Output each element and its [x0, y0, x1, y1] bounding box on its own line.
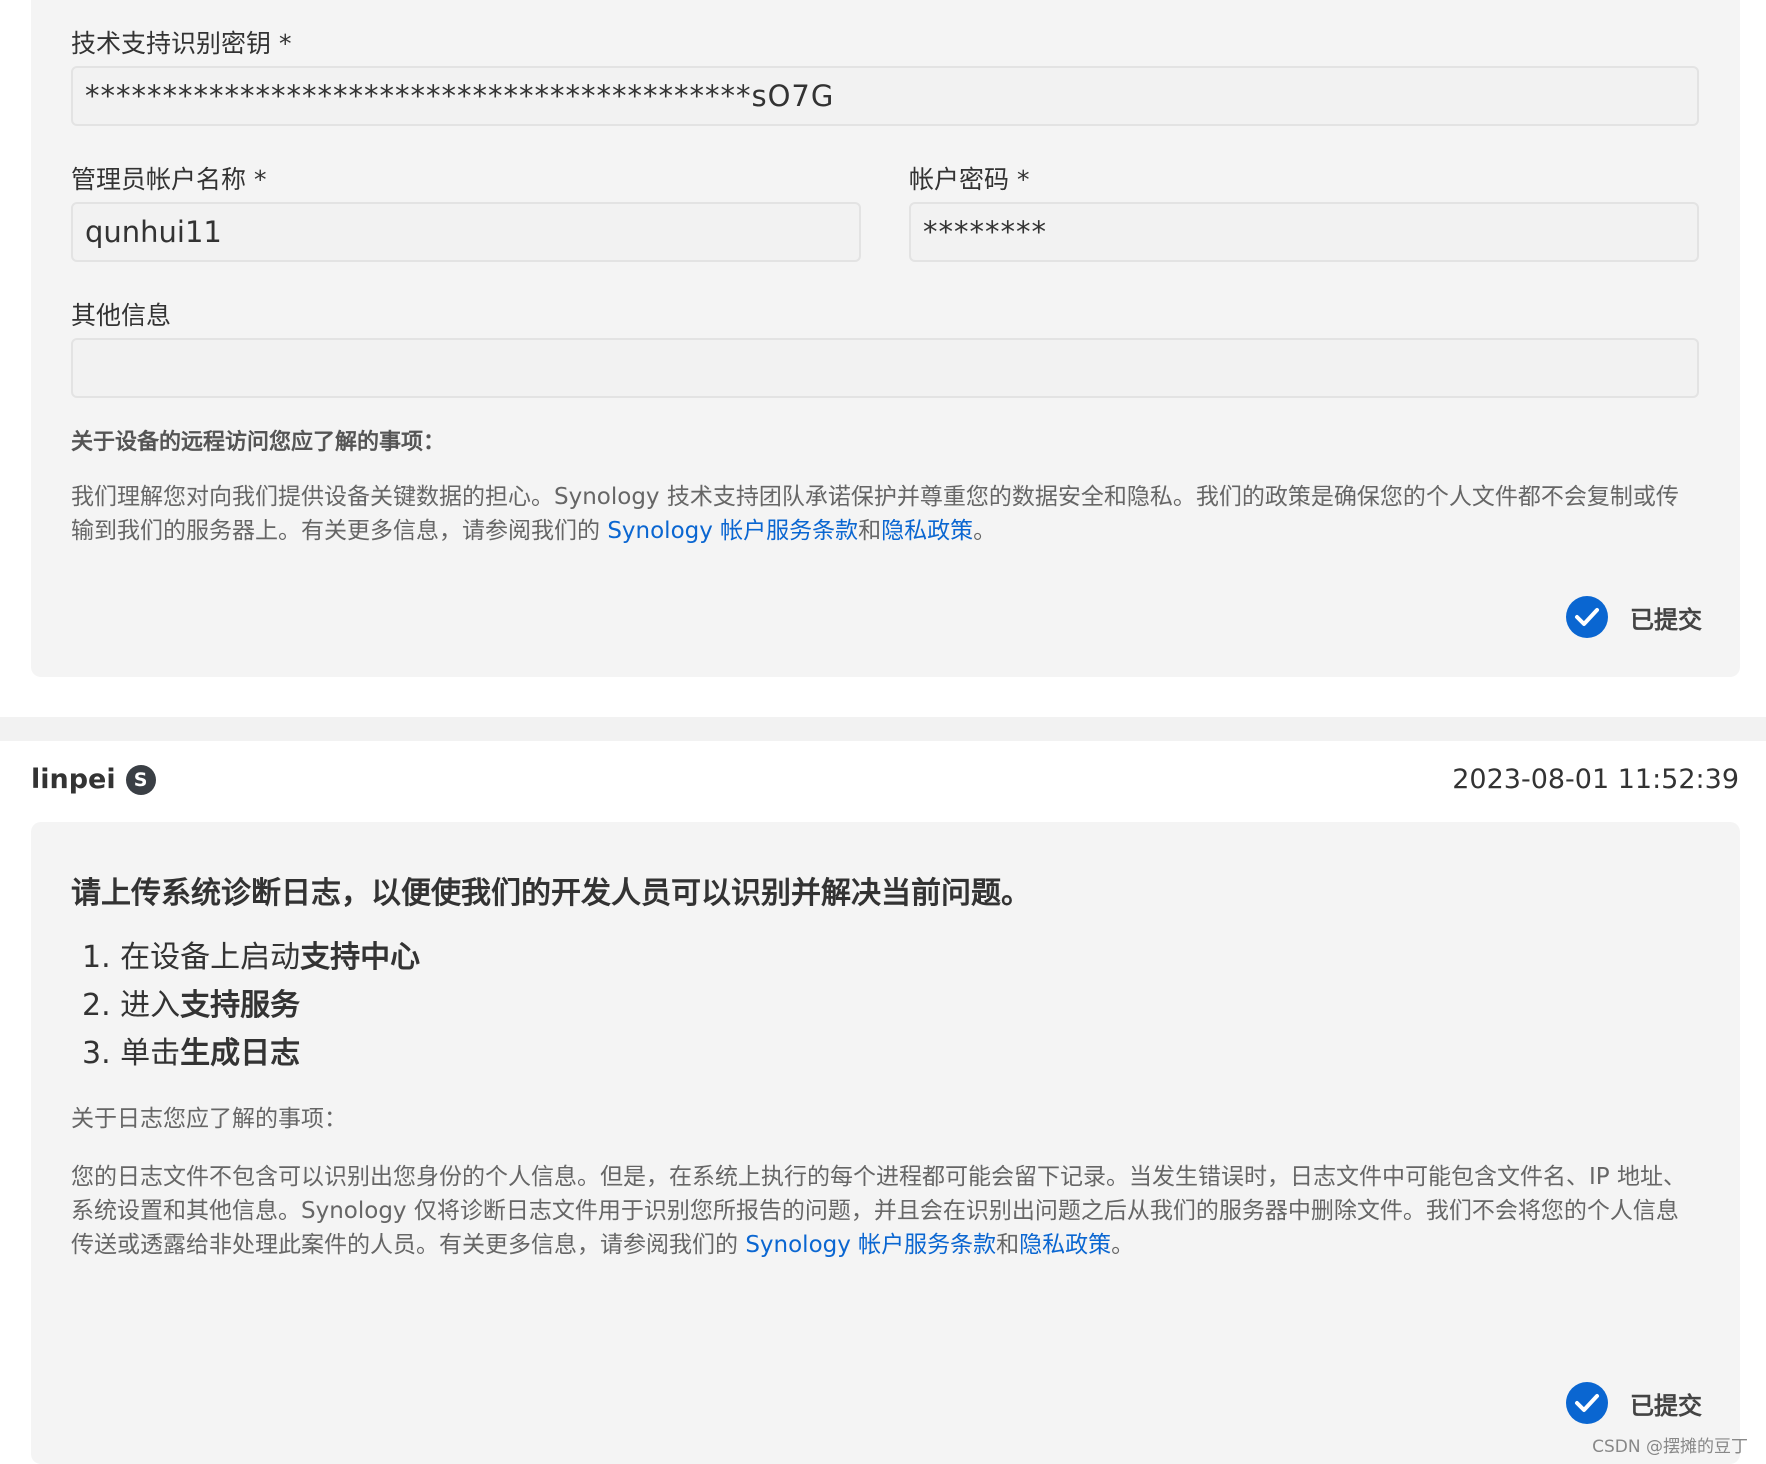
submitted-label: 已提交 — [1630, 1391, 1702, 1420]
message-separator — [0, 717, 1766, 741]
check-circle-icon — [1566, 1382, 1608, 1424]
message-timestamp: 2023-08-01 11:52:39 — [1452, 764, 1739, 795]
message-author: linpei S — [31, 764, 156, 795]
support-key-field[interactable]: ****************************************… — [71, 66, 1699, 126]
steps-list: 1. 在设备上启动支持中心 2. 进入支持服务 3. 单击生成日志 — [82, 934, 420, 1078]
remote-access-heading: 关于设备的远程访问您应了解的事项： — [71, 430, 446, 455]
other-info-field[interactable] — [71, 338, 1699, 398]
password-field[interactable]: ******** — [909, 202, 1699, 262]
period-text: 。 — [1111, 1232, 1135, 1258]
privacy-link[interactable]: 隐私政策 — [881, 518, 973, 544]
submitted-label: 已提交 — [1630, 605, 1702, 634]
submitted-status: 已提交 — [1566, 1382, 1702, 1424]
terms-link[interactable]: Synology 帐户服务条款 — [745, 1232, 996, 1258]
admin-name-label: 管理员帐户名称 * — [71, 165, 267, 194]
check-circle-icon — [1566, 596, 1608, 638]
terms-link[interactable]: Synology 帐户服务条款 — [607, 518, 858, 544]
step-item: 3. 单击生成日志 — [82, 1036, 301, 1071]
password-label: 帐户密码 * — [909, 165, 1030, 194]
and-text: 和 — [996, 1232, 1020, 1258]
step-item: 2. 进入支持服务 — [82, 988, 301, 1023]
request-title: 请上传系统诊断日志，以便使我们的开发人员可以识别并解决当前问题。 — [71, 876, 1031, 911]
log-notice: 您的日志文件不包含可以识别出您身份的个人信息。但是，在系统上执行的每个进程都可能… — [71, 1160, 1701, 1262]
and-text: 和 — [858, 518, 882, 544]
message-card — [31, 822, 1740, 1464]
privacy-link[interactable]: 隐私政策 — [1019, 1232, 1111, 1258]
remote-access-notice: 我们理解您对向我们提供设备关键数据的担心。Synology 技术支持团队承诺保护… — [71, 480, 1701, 548]
step-item: 1. 在设备上启动支持中心 — [82, 940, 421, 975]
watermark: CSDN @摆摊的豆丁 — [1592, 1437, 1748, 1457]
username: linpei — [31, 764, 116, 795]
other-info-label: 其他信息 — [71, 301, 172, 330]
support-key-label: 技术支持识别密钥 * — [71, 29, 292, 58]
submitted-status: 已提交 — [1566, 596, 1702, 638]
staff-badge: S — [125, 764, 156, 795]
log-heading: 关于日志您应了解的事项： — [71, 1106, 347, 1132]
admin-name-field[interactable]: qunhui11 — [71, 202, 861, 262]
period-text: 。 — [973, 518, 997, 544]
